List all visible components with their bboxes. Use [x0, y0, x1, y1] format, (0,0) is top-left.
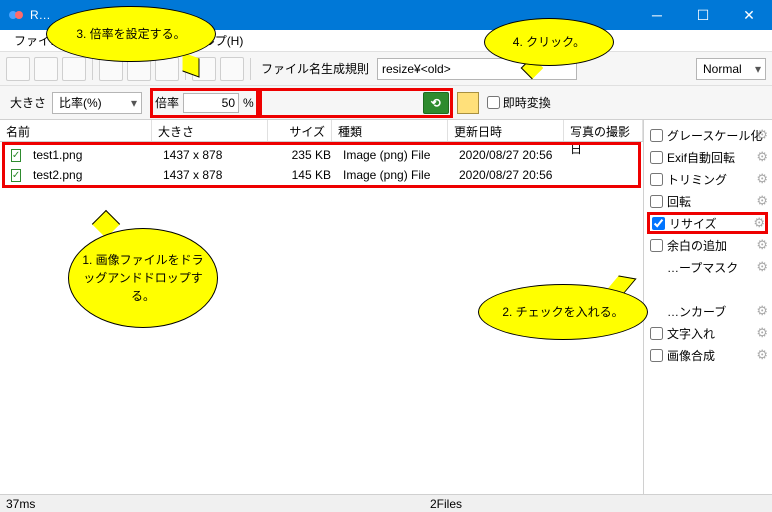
status-files: 2Files [430, 497, 462, 511]
size-label: 大きさ [6, 94, 50, 111]
gear-icon[interactable]: ⚙ [756, 303, 768, 319]
table-row[interactable]: ✓ test1.png 1437 x 878 235 KB Image (png… [5, 145, 638, 165]
new-icon[interactable] [6, 57, 30, 81]
column-header: 名前 大きさ サイズ 種類 更新日時 写真の撮影日 [0, 120, 643, 142]
tool-icon-5[interactable] [220, 57, 244, 81]
gear-icon[interactable]: ⚙ [756, 259, 768, 275]
instant-check-input[interactable] [487, 96, 500, 109]
callout-2: 2. チェックを入れる。 [478, 284, 648, 340]
col-dim[interactable]: 大きさ [152, 120, 268, 141]
col-date[interactable]: 更新日時 [448, 120, 564, 141]
table-row[interactable]: ✓ test2.png 1437 x 878 145 KB Image (png… [5, 165, 638, 185]
callout-3: 3. 倍率を設定する。 [46, 6, 216, 62]
gear-icon[interactable]: ⚙ [756, 193, 768, 209]
file-rows-highlight: ✓ test1.png 1437 x 878 235 KB Image (png… [2, 142, 641, 188]
preview-icon[interactable] [457, 92, 479, 114]
side-curve[interactable]: …ンカーブ⚙ [650, 300, 768, 322]
side-exif[interactable]: Exif自動回転⚙ [650, 146, 768, 168]
mode-select[interactable]: Normal [696, 58, 766, 80]
gear-icon[interactable]: ⚙ [756, 237, 768, 253]
run-button[interactable]: ⟲ [423, 92, 449, 114]
side-rotate[interactable]: 回転⚙ [650, 190, 768, 212]
rule-label: ファイル名生成規則 [257, 60, 373, 77]
close-button[interactable]: ✕ [726, 0, 772, 30]
app-icon [8, 7, 24, 23]
status-bar: 37ms 2Files [0, 494, 772, 512]
col-type[interactable]: 種類 [332, 120, 448, 141]
side-trim[interactable]: トリミング⚙ [650, 168, 768, 190]
side-margin[interactable]: 余白の追加⚙ [650, 234, 768, 256]
side-resize[interactable]: リサイズ⚙ [647, 212, 768, 234]
status-time: 37ms [6, 497, 35, 511]
col-name[interactable]: 名前 [0, 120, 152, 141]
run-highlight: ⟲ [259, 88, 453, 118]
callout-1: 1. 画像ファイルをドラッグアンドドロップする。 [68, 228, 218, 328]
ratio-select[interactable]: 比率(%) [52, 92, 142, 114]
gear-icon[interactable]: ⚙ [756, 325, 768, 341]
gear-icon[interactable]: ⚙ [756, 171, 768, 187]
instant-checkbox[interactable]: 即時変換 [487, 94, 551, 111]
toolbar-size: 大きさ 比率(%) 倍率 % ⟲ 即時変換 [0, 86, 772, 120]
callout-4: 4. クリック。 [484, 18, 614, 66]
col-photo[interactable]: 写真の撮影日 [564, 120, 643, 141]
side-compose[interactable]: 画像合成⚙ [650, 344, 768, 366]
gear-icon[interactable]: ⚙ [756, 347, 768, 363]
open-icon[interactable] [34, 57, 58, 81]
rate-label: 倍率 [155, 94, 179, 111]
row-check-icon[interactable]: ✓ [11, 149, 21, 162]
gear-icon[interactable]: ⚙ [753, 215, 765, 231]
col-size[interactable]: サイズ [268, 120, 332, 141]
rate-group: 倍率 % [150, 88, 259, 118]
gear-icon[interactable]: ⚙ [756, 149, 768, 165]
rate-input[interactable] [183, 93, 239, 113]
side-text[interactable]: 文字入れ⚙ [650, 322, 768, 344]
maximize-button[interactable]: ☐ [680, 0, 726, 30]
row-check-icon[interactable]: ✓ [11, 169, 21, 182]
minimize-button[interactable]: ─ [634, 0, 680, 30]
side-grayscale[interactable]: グレースケール化⚙ [650, 124, 768, 146]
side-pane: グレースケール化⚙ Exif自動回転⚙ トリミング⚙ 回転⚙ リサイズ⚙ 余白の… [644, 120, 772, 494]
save-icon[interactable] [62, 57, 86, 81]
pct-label: % [243, 96, 254, 110]
side-mask[interactable]: …ープマスク⚙ [650, 256, 768, 278]
gear-icon[interactable]: ⚙ [756, 127, 768, 143]
